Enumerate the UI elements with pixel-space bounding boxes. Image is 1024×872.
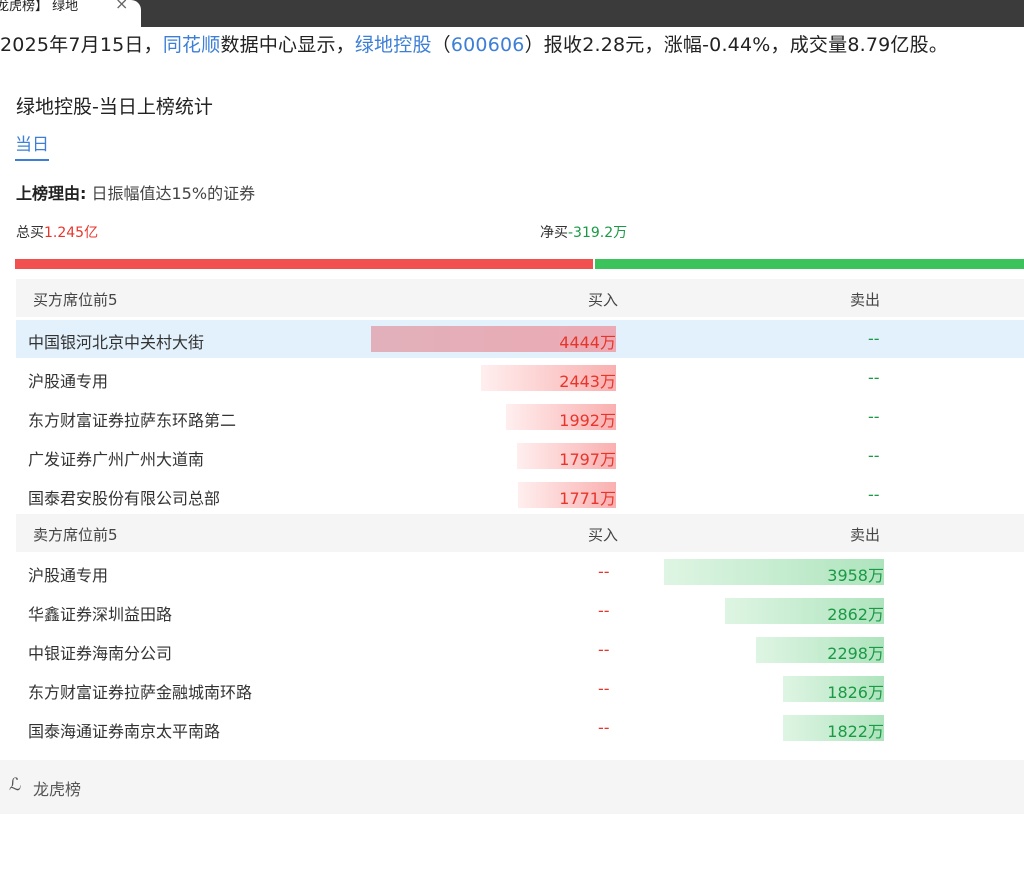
footer-label[interactable]: 龙虎榜 bbox=[33, 776, 81, 800]
seat-name: 东方财富证券拉萨东环路第二 bbox=[28, 411, 237, 430]
sell-amount: 3958万 bbox=[827, 566, 884, 585]
buy-amount: -- bbox=[598, 679, 610, 698]
sell-amount: -- bbox=[868, 329, 880, 348]
headline-open-paren: （ bbox=[431, 34, 451, 56]
sell-amount: -- bbox=[868, 407, 880, 426]
sell-amount: -- bbox=[868, 446, 880, 465]
sell-amount: 2862万 bbox=[827, 605, 884, 624]
buy-amount: 4444万 bbox=[559, 333, 616, 352]
buy-amount: 1992万 bbox=[559, 411, 616, 430]
footer: ℒ 龙虎榜 bbox=[0, 760, 1024, 814]
sell-amount: -- bbox=[868, 368, 880, 387]
sell-section-row[interactable]: 国泰海通证券南京太平南路 -- 1822万 bbox=[16, 709, 1024, 747]
sell-section-row[interactable]: 华鑫证券深圳益田路 -- 2862万 bbox=[16, 592, 1024, 630]
buy-section-row[interactable]: 广发证券广州广州大道南 1797万 -- bbox=[16, 437, 1024, 475]
stock-code-link[interactable]: 600606 bbox=[451, 34, 525, 56]
header-seat: 买方席位前5 bbox=[33, 291, 118, 309]
total-buy-value: 1.245亿 bbox=[44, 225, 99, 241]
header-buy: 买入 bbox=[588, 526, 619, 544]
net-buy-label: 净买 bbox=[540, 225, 568, 241]
dragon-tiger-card: 绿地控股-当日上榜统计 当日 上榜理由: 日振幅值达15%的证券 总买1.245… bbox=[2, 70, 1024, 760]
sell-section-row[interactable]: 沪股通专用 -- 3958万 bbox=[16, 553, 1024, 591]
sell-section-header: 卖方席位前5 买入 卖出 bbox=[16, 514, 1024, 552]
seat-name: 中银证券海南分公司 bbox=[28, 644, 173, 663]
header-sell: 卖出 bbox=[850, 291, 881, 309]
listing-reason: 上榜理由: 日振幅值达15%的证券 bbox=[16, 180, 255, 204]
buy-amount: 2443万 bbox=[559, 372, 616, 391]
ratio-buy-segment bbox=[15, 259, 593, 269]
buy-amount: -- bbox=[598, 718, 610, 737]
buy-amount: -- bbox=[598, 640, 610, 659]
buy-section-row[interactable]: 沪股通专用 2443万 -- bbox=[16, 359, 1024, 397]
buy-section-row[interactable]: 国泰君安股份有限公司总部 1771万 -- bbox=[16, 476, 1024, 514]
tab-today[interactable]: 当日 bbox=[15, 130, 49, 161]
buy-amount: 1771万 bbox=[559, 489, 616, 508]
seat-name: 广发证券广州广州大道南 bbox=[28, 450, 205, 469]
buy-amount: -- bbox=[598, 562, 610, 581]
sell-amount: 1822万 bbox=[827, 722, 884, 741]
header-seat: 卖方席位前5 bbox=[33, 526, 118, 544]
buy-section-row[interactable]: 东方财富证券拉萨东环路第二 1992万 -- bbox=[16, 398, 1024, 436]
headline-suffix: ）报收2.28元，涨幅-0.44%，成交量8.79亿股。 bbox=[524, 34, 949, 56]
seat-name: 国泰海通证券南京太平南路 bbox=[28, 722, 221, 741]
seat-name: 沪股通专用 bbox=[28, 566, 109, 585]
total-buy-label: 总买 bbox=[16, 225, 44, 241]
browser-tab[interactable]: 龙虎榜】 绿地 × bbox=[0, 0, 141, 27]
seat-name: 东方财富证券拉萨金融城南环路 bbox=[28, 683, 253, 702]
buy-section-header: 买方席位前5 买入 卖出 bbox=[16, 279, 1024, 317]
sell-amount: 2298万 bbox=[827, 644, 884, 663]
headline: 2025年7月15日，同花顺数据中心显示，绿地控股（600606）报收2.28元… bbox=[0, 30, 948, 57]
card-title: 绿地控股-当日上榜统计 bbox=[16, 96, 213, 118]
sell-section-row[interactable]: 中银证券海南分公司 -- 2298万 bbox=[16, 631, 1024, 669]
tab-title: 龙虎榜】 绿地 bbox=[0, 0, 79, 14]
reason-label: 上榜理由: bbox=[16, 184, 87, 203]
seat-name: 中国银河北京中关村大街 bbox=[28, 333, 205, 352]
net-buy: 净买-319.2万 bbox=[540, 222, 627, 242]
header-buy: 买入 bbox=[588, 291, 619, 309]
header-sell: 卖出 bbox=[850, 526, 881, 544]
stock-link[interactable]: 绿地控股 bbox=[355, 34, 432, 56]
headline-mid: 数据中心显示， bbox=[220, 34, 355, 56]
browser-tab-bar: 龙虎榜】 绿地 × bbox=[0, 0, 1024, 27]
source-link[interactable]: 同花顺 bbox=[163, 34, 221, 56]
seat-name: 国泰君安股份有限公司总部 bbox=[28, 489, 221, 508]
ratio-sell-segment bbox=[595, 259, 1024, 269]
headline-prefix: 2025年7月15日， bbox=[0, 34, 163, 56]
seat-name: 沪股通专用 bbox=[28, 372, 109, 391]
seat-name: 华鑫证券深圳益田路 bbox=[28, 605, 173, 624]
link-icon: ℒ bbox=[9, 775, 22, 795]
buy-section-row[interactable]: 中国银河北京中关村大街 4444万 -- bbox=[16, 320, 1024, 358]
sell-amount: -- bbox=[868, 485, 880, 504]
close-icon[interactable]: × bbox=[115, 0, 128, 13]
sell-amount: 1826万 bbox=[827, 683, 884, 702]
sell-section-row[interactable]: 东方财富证券拉萨金融城南环路 -- 1826万 bbox=[16, 670, 1024, 708]
buy-sell-ratio-bar bbox=[15, 259, 1024, 269]
buy-amount: 1797万 bbox=[559, 450, 616, 469]
reason-text: 日振幅值达15%的证券 bbox=[91, 184, 256, 203]
total-buy: 总买1.245亿 bbox=[16, 222, 98, 242]
buy-amount: -- bbox=[598, 601, 610, 620]
net-buy-value: -319.2万 bbox=[568, 225, 628, 241]
